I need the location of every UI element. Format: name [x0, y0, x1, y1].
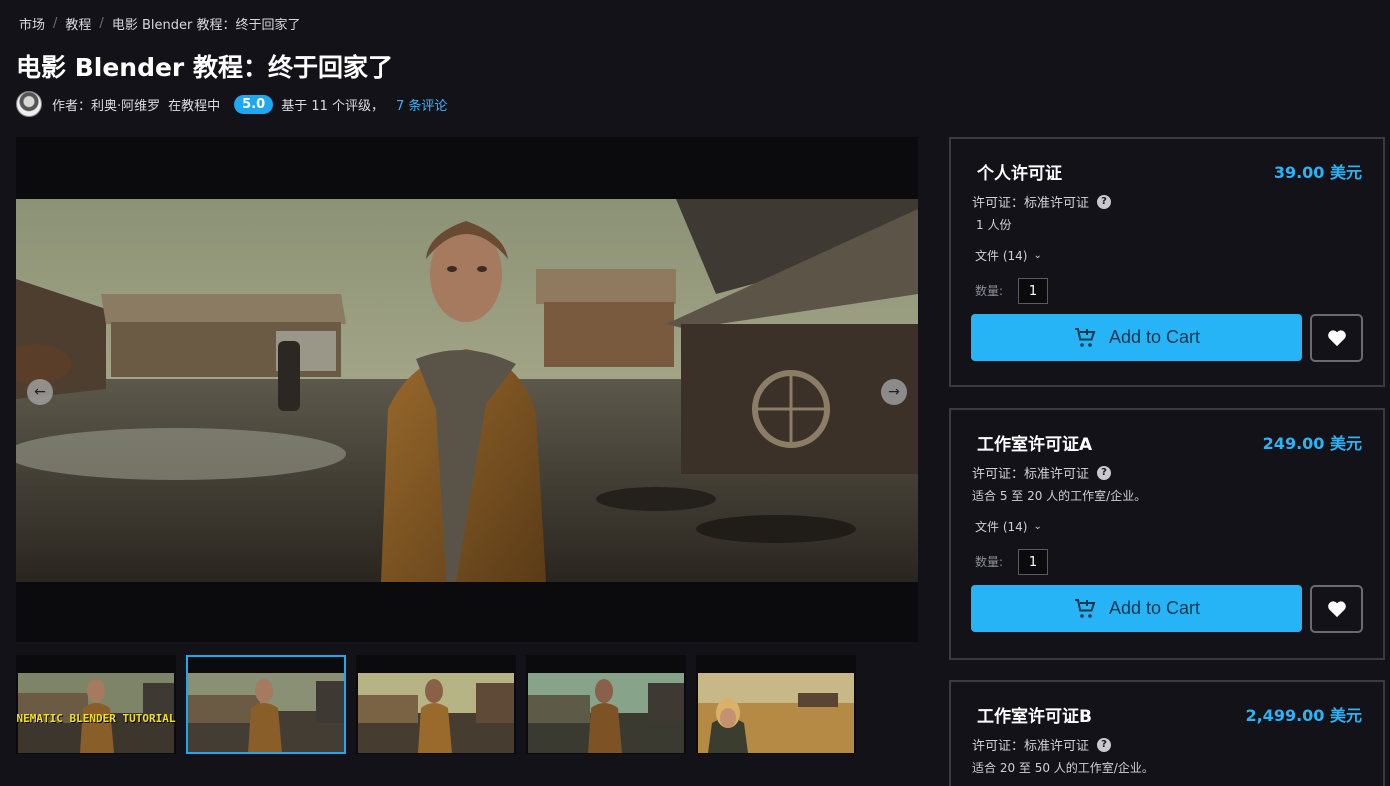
- files-label: 文件 (14): [975, 520, 1028, 534]
- help-icon[interactable]: ?: [1097, 737, 1112, 752]
- license-price: 39.00 美元: [1273, 163, 1362, 182]
- heart-icon: [1327, 330, 1346, 347]
- author-name[interactable]: 作者：利奥·阿维罗: [52, 95, 160, 114]
- chevron-down-icon: ⌄: [1033, 521, 1042, 532]
- license-type: 许可证：标准许可证 ?: [972, 463, 1112, 482]
- scene-illustration: [16, 199, 918, 582]
- thumbnail-caption: NEMATIC BLENDER TUTORIAL: [16, 712, 176, 725]
- help-icon[interactable]: ?: [1097, 465, 1112, 480]
- license-card-personal: 个人许可证 39.00 美元 许可证：标准许可证 ? 1 人份 文件 (14) …: [949, 137, 1385, 387]
- thumbnail-2[interactable]: [186, 655, 346, 754]
- license-type: 许可证：标准许可证 ?: [972, 192, 1112, 211]
- add-to-cart-label: Add to Cart: [1108, 598, 1201, 618]
- help-icon[interactable]: ?: [1097, 194, 1112, 209]
- thumbnail-3[interactable]: [356, 655, 516, 754]
- license-description: 适合 20 至 50 人的工作室/企业。: [972, 761, 1154, 775]
- thumbnail-image: [358, 673, 514, 753]
- add-to-cart-button[interactable]: Add to Cart: [971, 585, 1302, 632]
- license-type-text: 许可证：标准许可证: [972, 196, 1090, 211]
- license-type-text: 许可证：标准许可证: [972, 739, 1090, 754]
- breadcrumb-separator: /: [99, 15, 104, 31]
- author-avatar[interactable]: [16, 91, 42, 117]
- license-type: 许可证：标准许可证 ?: [972, 735, 1112, 754]
- cart-plus-icon: [1074, 327, 1096, 347]
- category-text: 在教程中: [168, 98, 221, 114]
- license-description: 适合 5 至 20 人的工作室/企业。: [972, 489, 1147, 503]
- thumbnail-1[interactable]: NEMATIC BLENDER TUTORIAL: [16, 655, 176, 754]
- reviews-link[interactable]: 7 条评论: [396, 95, 447, 114]
- chevron-down-icon: ⌄: [1033, 250, 1042, 261]
- quantity-label: 数量:: [975, 555, 1004, 569]
- arrow-left-icon: ←: [34, 384, 46, 400]
- gallery-prev-button[interactable]: ←: [27, 379, 53, 405]
- thumbnail-image: [528, 673, 684, 753]
- main-product-image[interactable]: ← →: [16, 199, 918, 582]
- add-to-cart-button[interactable]: Add to Cart: [971, 314, 1302, 361]
- rating-badge: 5.0: [234, 94, 274, 114]
- files-label: 文件 (14): [975, 249, 1028, 263]
- files-dropdown[interactable]: 文件 (14) ⌄: [975, 518, 1042, 535]
- breadcrumb-current: 电影 Blender 教程：终于回家了: [111, 17, 301, 33]
- license-price: 2,499.00 美元: [1245, 706, 1362, 725]
- license-card-studio-a: 工作室许可证A 249.00 美元 许可证：标准许可证 ? 适合 5 至 20 …: [949, 408, 1385, 660]
- license-price: 249.00 美元: [1262, 434, 1362, 453]
- rating-count-text: 基于 11 个评级，: [281, 98, 384, 114]
- quantity-input[interactable]: [1018, 549, 1048, 575]
- product-meta: 作者：利奥·阿维罗 在教程中 5.0 基于 11 个评级， 7 条评论: [16, 91, 447, 117]
- license-name: 工作室许可证B: [977, 707, 1092, 727]
- license-name: 工作室许可证A: [977, 435, 1093, 455]
- files-dropdown[interactable]: 文件 (14) ⌄: [975, 247, 1042, 264]
- quantity-input[interactable]: [1018, 278, 1048, 304]
- breadcrumb-market[interactable]: 市场: [19, 14, 45, 33]
- breadcrumb: 市场 / 教程 / 电影 Blender 教程：终于回家了: [19, 14, 301, 33]
- license-type-text: 许可证：标准许可证: [972, 467, 1090, 482]
- thumbnail-image: [188, 673, 344, 752]
- arrow-right-icon: →: [888, 384, 900, 400]
- license-card-studio-b: 工作室许可证B 2,499.00 美元 许可证：标准许可证 ? 适合 20 至 …: [949, 680, 1385, 786]
- cart-plus-icon: [1074, 598, 1096, 618]
- page-title: 电影 Blender 教程：终于回家了: [16, 53, 393, 82]
- breadcrumb-tutorials[interactable]: 教程: [65, 14, 91, 33]
- gallery-next-button[interactable]: →: [881, 379, 907, 405]
- add-to-cart-label: Add to Cart: [1108, 327, 1201, 347]
- image-gallery: ← →: [16, 137, 918, 642]
- thumbnail-4[interactable]: [526, 655, 686, 754]
- wishlist-button[interactable]: [1310, 314, 1363, 362]
- quantity-label: 数量:: [975, 284, 1004, 298]
- heart-icon: [1327, 601, 1346, 618]
- license-name: 个人许可证: [977, 164, 1062, 184]
- thumbnail-5[interactable]: [696, 655, 856, 754]
- license-description: 1 人份: [976, 218, 1012, 232]
- thumbnail-image: [698, 673, 854, 753]
- breadcrumb-separator: /: [53, 15, 58, 31]
- wishlist-button[interactable]: [1310, 585, 1363, 633]
